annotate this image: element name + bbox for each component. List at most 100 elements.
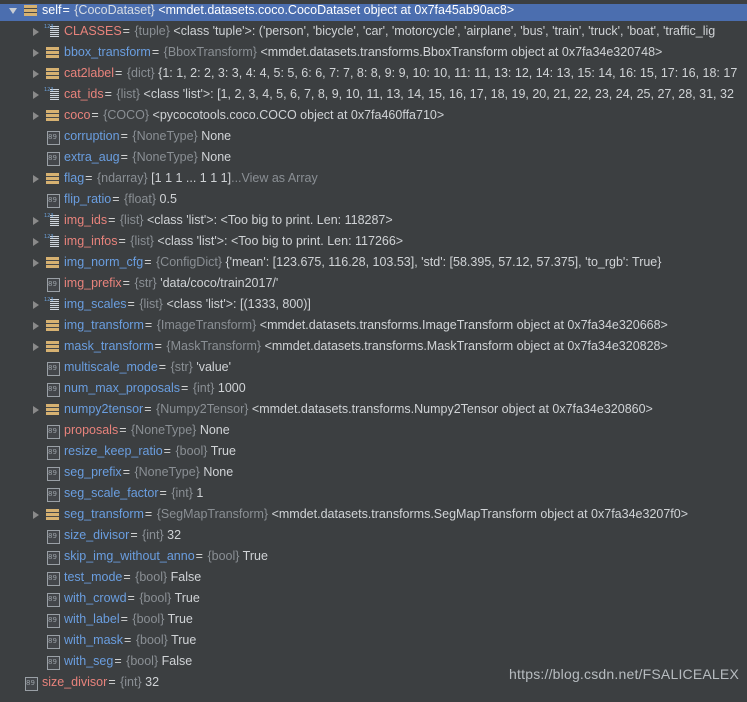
primitive-value-icon — [44, 525, 61, 546]
variable-name: num_max_proposals — [64, 381, 181, 395]
primitive-value-icon — [44, 609, 61, 630]
variable-row[interactable]: img_transform= {ImageTransform} <mmdet.d… — [0, 315, 747, 336]
variable-row[interactable]: extra_aug= {NoneType} None — [0, 147, 747, 168]
variable-row[interactable]: multiscale_mode= {str} 'value' — [0, 357, 747, 378]
variable-row[interactable]: corruption= {NoneType} None — [0, 126, 747, 147]
primitive-value-icon — [44, 630, 61, 651]
assignment-operator: = — [120, 612, 128, 626]
variable-value: <class 'list'>: [1, 2, 3, 4, 5, 6, 7, 8,… — [143, 87, 734, 101]
primitive-value-icon — [44, 378, 61, 399]
variable-row[interactable]: img_prefix= {str} 'data/coco/train2017/' — [0, 273, 747, 294]
variable-row[interactable]: img_ids= {list} <class 'list'>: <Too big… — [0, 210, 747, 231]
twisty-placeholder — [7, 672, 22, 693]
twisty-placeholder — [29, 357, 44, 378]
variable-row[interactable]: seg_prefix= {NoneType} None — [0, 462, 747, 483]
chevron-right-icon[interactable] — [29, 21, 44, 42]
primitive-value-icon — [44, 546, 61, 567]
variable-row[interactable]: bbox_transform= {BboxTransform} <mmdet.d… — [0, 42, 747, 63]
variable-row[interactable]: flip_ratio= {float} 0.5 — [0, 189, 747, 210]
debugger-variables-tree[interactable]: self= {CocoDataset} <mmdet.datasets.coco… — [0, 0, 747, 702]
variable-name: flip_ratio — [64, 192, 112, 206]
variable-row[interactable]: img_infos= {list} <class 'list'>: <Too b… — [0, 231, 747, 252]
variable-row[interactable]: size_divisor= {int} 32 — [0, 672, 747, 693]
chevron-right-icon[interactable] — [29, 504, 44, 525]
view-as-array-link[interactable]: ...View as Array — [231, 171, 318, 185]
variable-type: {dict} — [126, 66, 155, 80]
chevron-right-icon[interactable] — [29, 63, 44, 84]
twisty-placeholder — [29, 525, 44, 546]
variable-row[interactable]: skip_img_without_anno= {bool} True — [0, 546, 747, 567]
primitive-value-icon — [44, 651, 61, 672]
variable-row[interactable]: CLASSES= {tuple} <class 'tuple'>: ('pers… — [0, 21, 747, 42]
variable-type: {bool} — [207, 549, 240, 563]
variable-row[interactable]: with_seg= {bool} False — [0, 651, 747, 672]
variable-name: CLASSES — [64, 24, 122, 38]
variable-name: seg_scale_factor — [64, 486, 159, 500]
variable-type: {ndarray} — [96, 171, 148, 185]
chevron-right-icon[interactable] — [29, 399, 44, 420]
primitive-value-icon — [44, 273, 61, 294]
twisty-placeholder — [29, 651, 44, 672]
variable-row[interactable]: size_divisor= {int} 32 — [0, 525, 747, 546]
chevron-right-icon[interactable] — [29, 336, 44, 357]
list-value-icon — [44, 84, 61, 105]
chevron-right-icon[interactable] — [29, 252, 44, 273]
variable-name: self — [42, 3, 62, 17]
variable-row[interactable]: flag= {ndarray} [1 1 1 ... 1 1 1]...View… — [0, 168, 747, 189]
chevron-right-icon[interactable] — [29, 294, 44, 315]
variable-name: test_mode — [64, 570, 123, 584]
variable-row[interactable]: coco= {COCO} <pycocotools.coco.COCO obje… — [0, 105, 747, 126]
variable-row[interactable]: num_max_proposals= {int} 1000 — [0, 378, 747, 399]
variable-row[interactable]: with_crowd= {bool} True — [0, 588, 747, 609]
chevron-right-icon[interactable] — [29, 42, 44, 63]
variable-type: {bool} — [135, 570, 168, 584]
primitive-value-icon — [44, 567, 61, 588]
variable-row[interactable]: img_scales= {list} <class 'list'>: [(133… — [0, 294, 747, 315]
variable-name: img_ids — [64, 213, 108, 227]
variable-row[interactable]: cat2label= {dict} {1: 1, 2: 2, 3: 3, 4: … — [0, 63, 747, 84]
variable-row[interactable]: proposals= {NoneType} None — [0, 420, 747, 441]
chevron-right-icon[interactable] — [29, 210, 44, 231]
variable-row[interactable]: numpy2tensor= {Numpy2Tensor} <mmdet.data… — [0, 399, 747, 420]
variable-row[interactable]: with_mask= {bool} True — [0, 630, 747, 651]
variable-name: flag — [64, 171, 85, 185]
variable-row[interactable]: seg_transform= {SegMapTransform} <mmdet.… — [0, 504, 747, 525]
variable-type: {str} — [170, 360, 193, 374]
variable-row[interactable]: resize_keep_ratio= {bool} True — [0, 441, 747, 462]
variable-type: {list} — [119, 213, 144, 227]
chevron-right-icon[interactable] — [29, 231, 44, 252]
variable-value: True — [171, 633, 197, 647]
chevron-right-icon[interactable] — [29, 168, 44, 189]
variable-row[interactable]: cat_ids= {list} <class 'list'>: [1, 2, 3… — [0, 84, 747, 105]
variable-name: size_divisor — [42, 675, 108, 689]
chevron-right-icon[interactable] — [29, 105, 44, 126]
variable-row[interactable]: mask_transform= {MaskTransform} <mmdet.d… — [0, 336, 747, 357]
variable-type: {CocoDataset} — [74, 3, 155, 17]
twisty-placeholder — [29, 441, 44, 462]
variable-name: coco — [64, 108, 91, 122]
assignment-operator: = — [151, 45, 160, 59]
variable-name: numpy2tensor — [64, 402, 144, 416]
variable-row[interactable]: with_label= {bool} True — [0, 609, 747, 630]
variable-type: {list} — [139, 297, 163, 311]
primitive-value-icon — [44, 420, 61, 441]
variable-value: 1000 — [217, 381, 246, 395]
twisty-placeholder — [29, 126, 44, 147]
primitive-value-icon — [44, 483, 61, 504]
chevron-right-icon[interactable] — [29, 84, 44, 105]
variable-row[interactable]: img_norm_cfg= {ConfigDict} {'mean': [123… — [0, 252, 747, 273]
variable-row[interactable]: seg_scale_factor= {int} 1 — [0, 483, 747, 504]
assignment-operator: = — [122, 24, 130, 38]
variable-row[interactable]: test_mode= {bool} False — [0, 567, 747, 588]
twisty-placeholder — [29, 462, 44, 483]
twisty-placeholder — [29, 630, 44, 651]
assignment-operator: = — [144, 507, 153, 521]
chevron-right-icon[interactable] — [29, 315, 44, 336]
